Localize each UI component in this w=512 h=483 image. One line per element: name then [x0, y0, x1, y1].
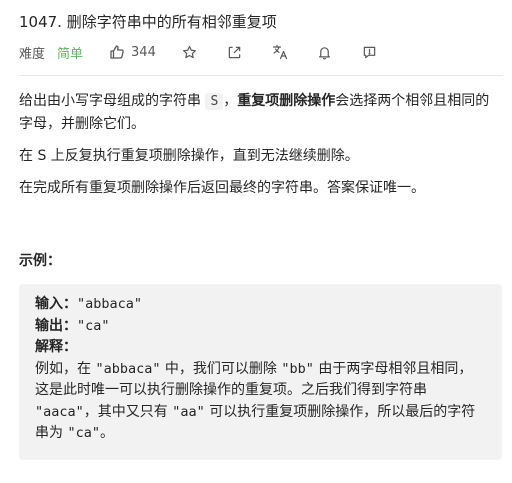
- output-label: 输出：: [35, 317, 77, 334]
- example-explanation: 例如，在 "abbaca" 中，我们可以删除 "bb" 由于两字母相邻且相同，这…: [35, 359, 484, 445]
- favorite-button[interactable]: [182, 44, 198, 60]
- explain-label: 解释：: [35, 339, 77, 355]
- explain-code: "abbaca": [95, 360, 161, 377]
- like-count: 344: [131, 44, 156, 60]
- description-paragraph-2: 在 S 上反复执行重复项删除操作，直到无法继续删除。: [19, 148, 359, 164]
- output-value: "ca": [77, 317, 110, 334]
- explain-text: ，其中又只有: [83, 403, 173, 420]
- example-input: 输入："abbaca": [35, 294, 484, 316]
- example-output: 输出："ca": [35, 316, 484, 338]
- difficulty-label: 难度: [19, 46, 46, 62]
- share-icon: [229, 46, 241, 58]
- example-block: 输入："abbaca" 输出："ca" 解释： 例如，在 "abbaca" 中，…: [19, 284, 502, 460]
- example-heading: 示例：: [19, 253, 61, 269]
- share-button[interactable]: [227, 44, 243, 60]
- subscribe-button[interactable]: [317, 44, 333, 60]
- description-paragraph-3: 在完成所有重复项删除操作后返回最终的字符串。答案保证唯一。: [19, 180, 425, 196]
- explain-text: 。: [99, 425, 114, 441]
- header-divider: [19, 75, 503, 76]
- description-text: 给出由小写字母组成的字符串: [19, 93, 206, 109]
- bold-term: 重复项删除操作: [237, 93, 336, 109]
- difficulty-value: 简单: [57, 46, 84, 62]
- explain-text: 中，我们可以删除: [160, 360, 282, 377]
- like-icon: [110, 45, 124, 59]
- translate-button[interactable]: [272, 44, 288, 60]
- star-icon: [183, 45, 197, 58]
- problem-meta-bar: 难度 简单 344: [19, 41, 407, 63]
- example-explain-label: 解释：: [35, 337, 484, 359]
- bell-icon: [319, 46, 331, 59]
- explain-code: "aa": [172, 403, 205, 420]
- translate-icon: [272, 44, 287, 60]
- inline-code: S: [205, 93, 224, 110]
- problem-description: 给出由小写字母组成的字符串 S ，重复项删除操作会选择两个相邻且相同的字母，并删除…: [19, 90, 503, 209]
- feedback-button[interactable]: [362, 44, 378, 60]
- explain-code: "aaca": [35, 403, 84, 420]
- input-label: 输入：: [35, 296, 77, 312]
- feedback-icon: [364, 46, 376, 58]
- like-button[interactable]: 344: [109, 44, 156, 60]
- explain-code: "ca": [67, 425, 100, 441]
- description-paragraph-1: 给出由小写字母组成的字符串 S ，重复项删除操作会选择两个相邻且相同的字母，并删除…: [19, 90, 503, 135]
- input-value: "abbaca": [77, 296, 143, 312]
- problem-title: 1047. 删除字符串中的所有相邻重复项: [19, 13, 277, 31]
- explain-code: "bb": [281, 360, 314, 377]
- explain-text: 例如，在: [35, 360, 96, 377]
- description-text: ，: [223, 93, 238, 109]
